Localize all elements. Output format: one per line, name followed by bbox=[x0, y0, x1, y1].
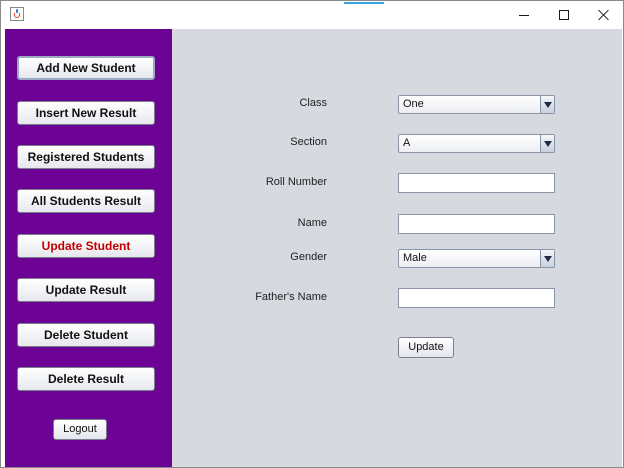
dropdown-arrow-button[interactable] bbox=[540, 96, 554, 113]
gender-dropdown-value: Male bbox=[403, 252, 427, 264]
chevron-down-icon bbox=[543, 101, 552, 108]
fathers-name-label: Father's Name bbox=[255, 291, 327, 303]
update-student-button[interactable]: Update Student bbox=[17, 234, 155, 258]
gender-dropdown[interactable]: Male bbox=[398, 249, 555, 268]
roll-number-label: Roll Number bbox=[265, 176, 327, 188]
maximize-icon bbox=[559, 10, 569, 20]
update-result-button[interactable]: Update Result bbox=[17, 278, 155, 302]
sidebar: Add New Student Insert New Result Regist… bbox=[5, 29, 172, 467]
update-student-form: Class One Section A Roll Number Name Gen… bbox=[172, 29, 622, 467]
update-button[interactable]: Update bbox=[398, 337, 454, 358]
gender-label: Gender bbox=[290, 251, 327, 263]
section-label: Section bbox=[290, 136, 327, 148]
title-bar bbox=[2, 2, 622, 28]
close-button[interactable] bbox=[584, 2, 624, 28]
fathers-name-field[interactable] bbox=[398, 288, 555, 308]
logout-button[interactable]: Logout bbox=[53, 419, 107, 440]
maximize-button[interactable] bbox=[544, 2, 584, 28]
section-dropdown-value: A bbox=[403, 137, 411, 149]
insert-new-result-button[interactable]: Insert New Result bbox=[17, 101, 155, 125]
minimize-icon bbox=[519, 14, 529, 16]
registered-students-button[interactable]: Registered Students bbox=[17, 145, 155, 169]
name-label: Name bbox=[297, 217, 327, 229]
roll-number-field[interactable] bbox=[398, 173, 555, 193]
title-accent-strip bbox=[344, 2, 384, 4]
app-window: Add New Student Insert New Result Regist… bbox=[0, 0, 624, 468]
java-cup-icon bbox=[10, 7, 24, 21]
close-icon bbox=[598, 9, 610, 21]
all-students-result-button[interactable]: All Students Result bbox=[17, 189, 155, 213]
delete-result-button[interactable]: Delete Result bbox=[17, 367, 155, 391]
dropdown-arrow-button[interactable] bbox=[540, 135, 554, 152]
section-dropdown[interactable]: A bbox=[398, 134, 555, 153]
chevron-down-icon bbox=[543, 255, 552, 262]
chevron-down-icon bbox=[543, 140, 552, 147]
class-dropdown[interactable]: One bbox=[398, 95, 555, 114]
name-field[interactable] bbox=[398, 214, 555, 234]
dropdown-arrow-button[interactable] bbox=[540, 250, 554, 267]
add-new-student-button[interactable]: Add New Student bbox=[17, 56, 155, 80]
class-label: Class bbox=[299, 97, 327, 109]
minimize-button[interactable] bbox=[504, 2, 544, 28]
delete-student-button[interactable]: Delete Student bbox=[17, 323, 155, 347]
class-dropdown-value: One bbox=[403, 98, 424, 110]
